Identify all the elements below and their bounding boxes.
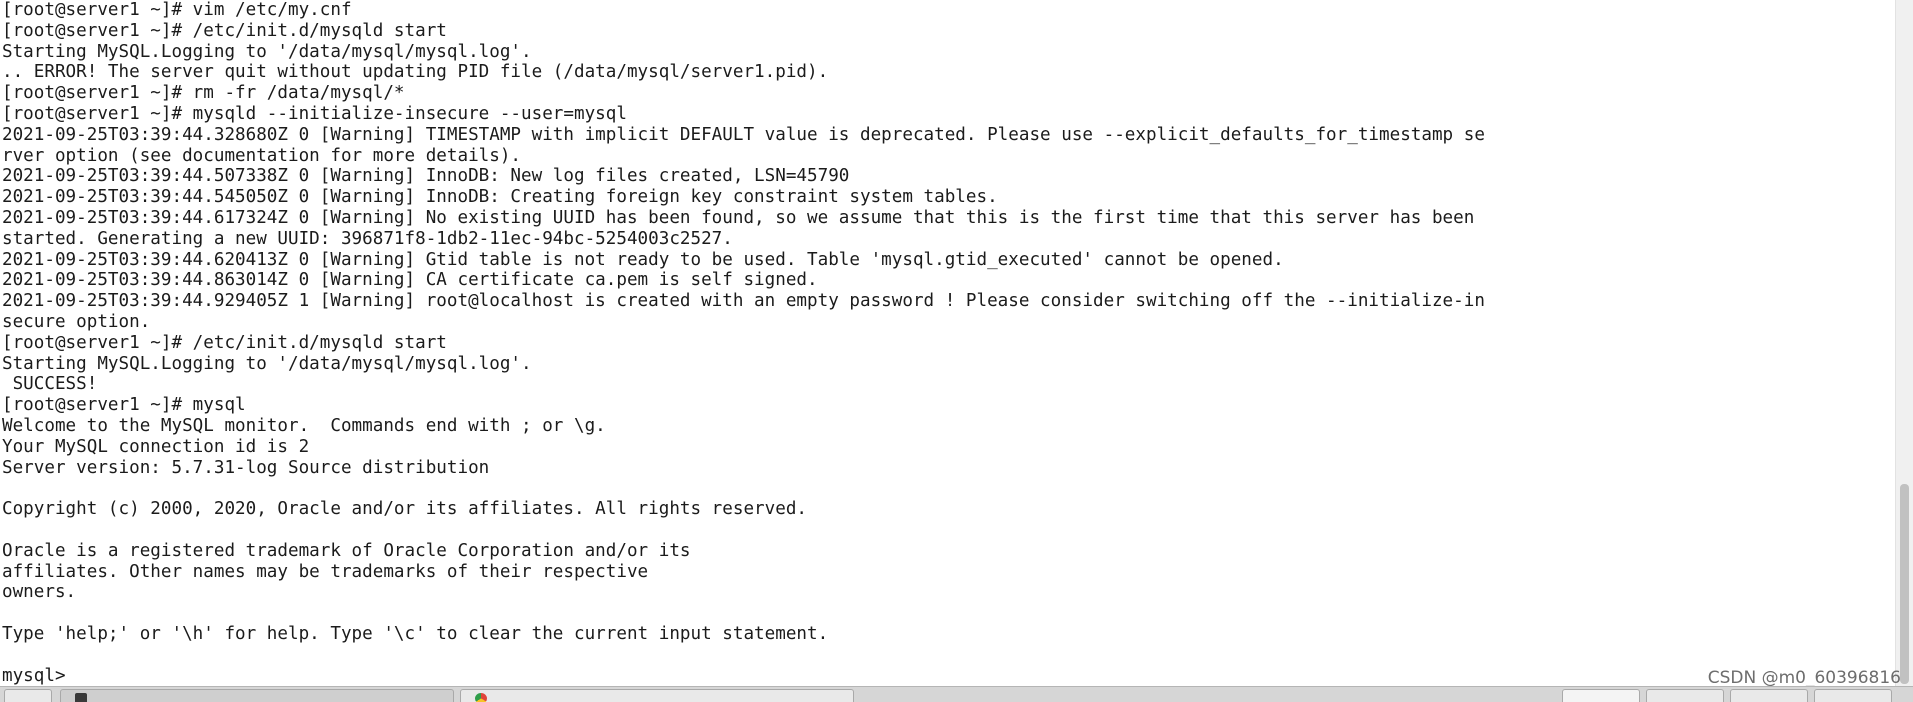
terminal-icon <box>75 693 87 702</box>
terminal-line: 2021-09-25T03:39:44.617324Z 0 [Warning] … <box>2 207 1475 228</box>
terminal-line: Starting MySQL.Logging to '/data/mysql/m… <box>2 41 532 62</box>
terminal-line: Oracle is a registered trademark of Orac… <box>2 540 691 561</box>
watermark: CSDN @m0_60396816 <box>1707 668 1901 688</box>
browser-icon <box>475 693 487 702</box>
taskbar-workspace-1[interactable] <box>1562 689 1640 702</box>
terminal-line: .. ERROR! The server quit without updati… <box>2 62 829 83</box>
terminal-line: Server version: 5.7.31-log Source distri… <box>2 457 490 478</box>
terminal-line: [root@server1 ~]# rm -fr /data/mysql/* <box>2 83 405 104</box>
terminal-line: 2021-09-25T03:39:44.328680Z 0 [Warning] … <box>2 124 1485 145</box>
terminal-line: Copyright (c) 2000, 2020, Oracle and/or … <box>2 499 808 520</box>
terminal-line: [root@server1 ~]# /etc/init.d/mysqld sta… <box>2 332 447 353</box>
terminal-line: affiliates. Other names may be trademark… <box>2 561 649 582</box>
terminal-line: owners. <box>2 582 77 603</box>
terminal-line: secure option. <box>2 311 151 332</box>
taskbar-item-browser[interactable] <box>460 689 854 702</box>
terminal-window[interactable]: [root@server1 ~]# vim /etc/my.cnf [root@s… <box>0 0 1895 686</box>
terminal-line: [root@server1 ~]# mysql <box>2 395 246 416</box>
terminal-line: [root@server1 ~]# /etc/init.d/mysqld sta… <box>2 20 447 41</box>
terminal-line: started. Generating a new UUID: 396871f8… <box>2 228 733 249</box>
taskbar-workspace-3[interactable] <box>1730 689 1808 702</box>
terminal-line: 2021-09-25T03:39:44.545050Z 0 [Warning] … <box>2 187 998 208</box>
terminal-line: Starting MySQL.Logging to '/data/mysql/m… <box>2 353 532 374</box>
terminal-line: 2021-09-25T03:39:44.507338Z 0 [Warning] … <box>2 166 850 187</box>
taskbar-workspace-2[interactable] <box>1646 689 1724 702</box>
taskbar-item-terminal[interactable] <box>60 689 454 702</box>
taskbar-workspace-4[interactable] <box>1814 689 1892 702</box>
terminal-line: 2021-09-25T03:39:44.620413Z 0 [Warning] … <box>2 249 1284 270</box>
terminal-line: mysql> <box>2 665 77 686</box>
terminal-line: [root@server1 ~]# mysqld --initialize-in… <box>2 103 627 124</box>
taskbar <box>0 686 1913 702</box>
terminal-line: [root@server1 ~]# vim /etc/my.cnf <box>2 0 352 20</box>
terminal-line: Welcome to the MySQL monitor. Commands e… <box>2 415 606 436</box>
terminal-line: 2021-09-25T03:39:44.863014Z 0 [Warning] … <box>2 270 818 291</box>
terminal-line: 2021-09-25T03:39:44.929405Z 1 [Warning] … <box>2 291 1485 312</box>
terminal-line: Type 'help;' or '\h' for help. Type '\c'… <box>2 623 829 644</box>
terminal-line: rver option (see documentation for more … <box>2 145 522 166</box>
terminal-line: SUCCESS! <box>2 374 98 395</box>
terminal-line: Your MySQL connection id is 2 <box>2 436 310 457</box>
taskbar-start-button[interactable] <box>4 689 52 702</box>
scrollbar-thumb[interactable] <box>1900 484 1909 684</box>
terminal-output[interactable]: [root@server1 ~]# vim /etc/my.cnf [root@s… <box>2 0 1485 686</box>
vertical-scrollbar[interactable] <box>1895 0 1913 686</box>
